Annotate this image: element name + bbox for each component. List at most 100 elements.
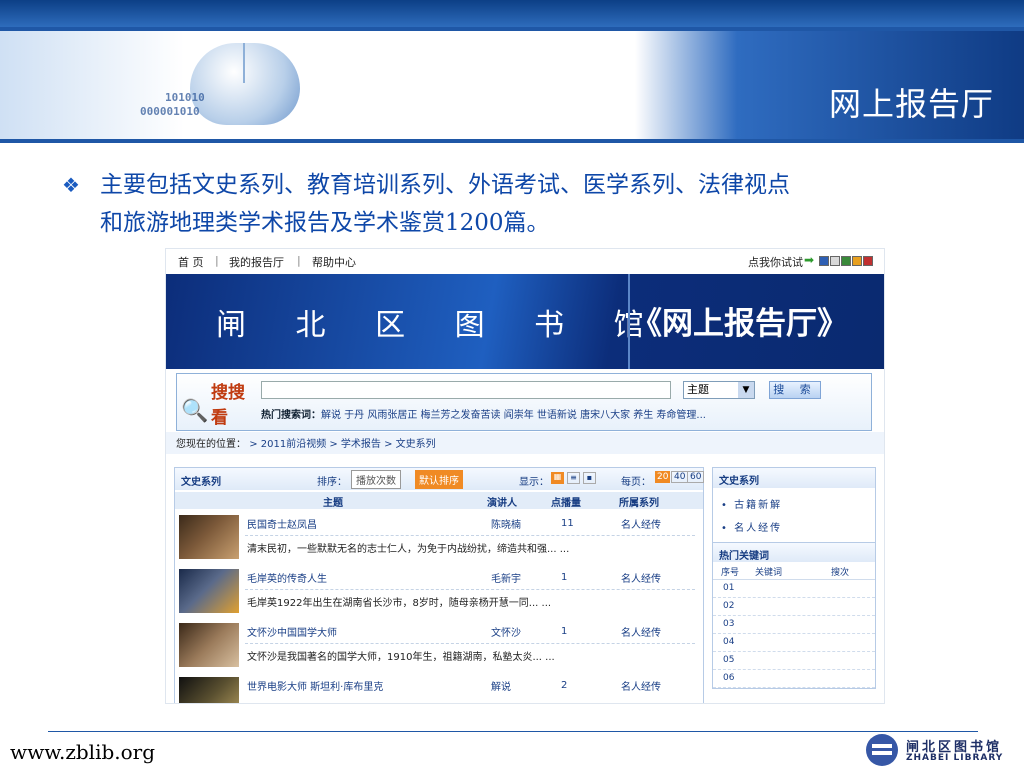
breadcrumb-label: 您现在的位置： xyxy=(176,439,246,450)
nav-my-link[interactable]: 我的报告厅 xyxy=(229,254,284,270)
nav-separator: | xyxy=(297,254,301,267)
keyword-row[interactable]: 04 xyxy=(713,634,875,652)
video-plays: 1 xyxy=(561,626,568,637)
video-speaker[interactable]: 毛新宇 xyxy=(491,570,521,585)
video-title-link[interactable]: 世界电影大师 斯坦利·库布里克 xyxy=(247,678,383,693)
keywords-heading: 热门关键词 xyxy=(713,542,875,562)
footer-logo-en: ZHABEI LIBRARY xyxy=(906,753,1004,763)
video-description: 清末民初，一些默默无名的志士仁人，为免于内战纷扰，缔造共和强... ... xyxy=(247,544,570,555)
series-item[interactable]: • 名人经传 xyxy=(713,515,875,538)
sidebar: 文史系列 • 古籍新解 • 名人经传 热门关键词 序号 关键词 搜次 01 02… xyxy=(712,467,876,689)
keyword-row[interactable]: 05 xyxy=(713,652,875,670)
video-speaker[interactable]: 文怀沙 xyxy=(491,624,521,639)
col-topic: 主题 xyxy=(323,498,343,509)
keywords-header-row: 序号 关键词 搜次 xyxy=(713,562,875,580)
search-button[interactable]: 搜 索 xyxy=(769,381,821,399)
binary-text: 101010 xyxy=(165,91,205,104)
per-page-label: 每页： xyxy=(621,477,651,488)
search-input[interactable] xyxy=(261,381,671,399)
sort-label: 排序： xyxy=(317,477,347,488)
row-divider xyxy=(245,535,695,536)
keyword-row[interactable]: 06 xyxy=(713,670,875,688)
site-banner: 闸 北 区 图 书 馆 《网上报告厅》 xyxy=(166,274,884,369)
video-description: 毛岸英1922年出生在湖南省长沙市，8岁时，随母亲杨开慧一同... ... xyxy=(247,598,552,609)
binary-text: 000001010 xyxy=(140,105,200,118)
video-title-link[interactable]: 文怀沙中国国学大师 xyxy=(247,624,337,639)
series-heading: 文史系列 xyxy=(713,468,875,488)
banner-divider xyxy=(628,274,630,369)
video-thumbnail[interactable] xyxy=(179,623,239,667)
video-description: 文怀沙是我国著名的国学大师，1910年生，祖籍湖南，私塾太炎... ... xyxy=(247,652,555,663)
search-type-value: 主题 xyxy=(687,383,709,396)
video-thumbnail[interactable] xyxy=(179,515,239,559)
search-logo-text: 搜搜看 xyxy=(211,383,245,428)
slide-header: 101010 000001010 网上报告厅 xyxy=(0,31,1024,139)
video-plays: 1 xyxy=(561,572,568,583)
keyword-row[interactable]: 03 xyxy=(713,616,875,634)
header-divider xyxy=(0,139,1024,143)
list-view-icon[interactable]: ≡ xyxy=(567,472,580,484)
video-plays: 11 xyxy=(561,518,574,529)
per-page-40[interactable]: 40 xyxy=(671,471,689,483)
kw-col-keyword: 关键词 xyxy=(755,568,783,578)
mouse-image xyxy=(190,43,300,125)
chevron-down-icon: ▼ xyxy=(738,382,754,398)
grid-view-icon[interactable]: ▦ xyxy=(551,472,564,484)
list-item: 毛岸英的传奇人生 毛新宇 1 名人经传 毛岸英1922年出生在湖南省长沙市，8岁… xyxy=(175,566,703,620)
video-thumbnail[interactable] xyxy=(179,569,239,613)
thumb-view-icon[interactable]: ▪ xyxy=(583,472,596,484)
footer-url: www.zblib.org xyxy=(10,740,156,764)
footer-logo: 闸北区图书馆 ZHABEI LIBRARY xyxy=(866,734,1016,768)
keyword-row[interactable]: 02 xyxy=(713,598,875,616)
bullet-line-2: 和旅游地理类学术报告及学术鉴赏1200篇。 xyxy=(100,210,550,236)
list-item: 世界电影大师 斯坦利·库布里克 解说 2 名人经传 xyxy=(175,674,703,703)
search-logo: 🔍 搜搜看 xyxy=(181,378,251,428)
hot-search-list[interactable]: 解说 于丹 风雨张居正 梅兰芳之发奋苦读 阎崇年 世语新说 唐宋八大家 养生 寿… xyxy=(321,410,706,421)
footer-divider xyxy=(48,731,978,732)
series-item[interactable]: • 古籍新解 xyxy=(713,492,875,515)
color-swatch-green[interactable] xyxy=(841,256,851,266)
video-series[interactable]: 名人经传 xyxy=(621,570,661,585)
list-toolbar: 文史系列 排序： 播放次数 默认排序 显示： ▦ ≡ ▪ 每页： 20 40 6… xyxy=(175,468,705,490)
keyword-row[interactable]: 01 xyxy=(713,580,875,598)
nav-help-link[interactable]: 帮助中心 xyxy=(312,254,356,270)
list-column-headers: 主题 演讲人 点播量 所属系列 xyxy=(175,492,703,509)
video-series[interactable]: 名人经传 xyxy=(621,624,661,639)
kw-col-count: 搜次 xyxy=(831,568,850,578)
video-series[interactable]: 名人经传 xyxy=(621,678,661,693)
try-me-label[interactable]: 点我你试试 xyxy=(748,254,803,270)
series-item-label: 古籍新解 xyxy=(734,500,783,511)
video-title-link[interactable]: 民国奇士赵凤昌 xyxy=(247,516,317,531)
video-series[interactable]: 名人经传 xyxy=(621,516,661,531)
site-nav: 首 页 | 我的报告厅 | 帮助中心 点我你试试 ➡ xyxy=(166,249,884,274)
kw-col-no: 序号 xyxy=(721,568,740,578)
row-divider xyxy=(245,589,695,590)
video-title-link[interactable]: 毛岸英的传奇人生 xyxy=(247,570,327,585)
arrow-right-icon: ➡ xyxy=(804,253,815,267)
library-logo-icon xyxy=(866,734,898,766)
video-thumbnail[interactable] xyxy=(179,677,239,703)
video-speaker[interactable]: 解说 xyxy=(491,678,511,693)
hot-search-terms: 热门搜索词：解说 于丹 风雨张居正 梅兰芳之发奋苦读 阎崇年 世语新说 唐宋八大… xyxy=(261,406,706,421)
color-swatch-blue[interactable] xyxy=(819,256,829,266)
search-type-select[interactable]: 主题 ▼ xyxy=(683,381,755,399)
display-label: 显示： xyxy=(519,477,549,488)
series-list: • 古籍新解 • 名人经传 xyxy=(713,488,875,542)
list-item: 文怀沙中国国学大师 文怀沙 1 名人经传 文怀沙是我国著名的国学大师，1910年… xyxy=(175,620,703,674)
per-page-60[interactable]: 60 xyxy=(687,471,705,483)
color-swatch-orange[interactable] xyxy=(852,256,862,266)
video-plays: 2 xyxy=(561,680,568,691)
color-swatch-red[interactable] xyxy=(863,256,873,266)
nav-home-link[interactable]: 首 页 xyxy=(178,254,204,270)
color-swatch-gray[interactable] xyxy=(830,256,840,266)
nav-separator: | xyxy=(215,254,219,267)
breadcrumb: 您现在的位置： > 2011前沿视频 > 学术报告 > 文史系列 xyxy=(176,435,436,450)
col-plays: 点播量 xyxy=(551,498,581,509)
breadcrumb-path[interactable]: > 2011前沿视频 > 学术报告 > 文史系列 xyxy=(249,439,435,450)
sort-by-plays-button[interactable]: 播放次数 xyxy=(351,470,401,489)
per-page-20[interactable]: 20 xyxy=(655,471,671,483)
bullet-text: 主要包括文史系列、教育培训系列、外语考试、医学系列、法律视点 和旅游地理类学术报… xyxy=(100,166,970,242)
sort-default-button[interactable]: 默认排序 xyxy=(415,470,463,489)
video-speaker[interactable]: 陈晓楠 xyxy=(491,516,521,531)
list-title: 文史系列 xyxy=(181,477,221,488)
